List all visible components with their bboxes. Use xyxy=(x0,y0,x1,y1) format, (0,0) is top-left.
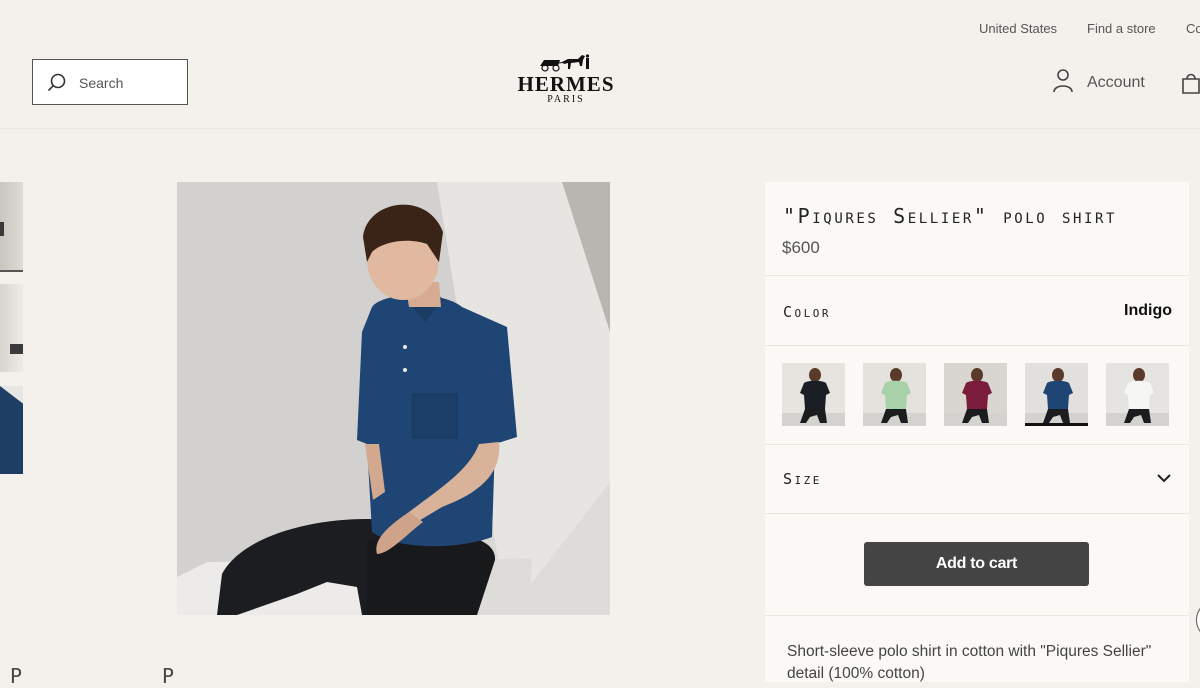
chat-button[interactable] xyxy=(1196,600,1200,640)
divider xyxy=(765,275,1189,276)
add-to-cart-button[interactable]: Add to cart xyxy=(864,542,1089,586)
divider xyxy=(765,615,1189,616)
divider xyxy=(765,345,1189,346)
hermes-logo[interactable]: HERMES PARIS xyxy=(510,50,622,112)
product-title: "Piqures Sellier" polo shirt xyxy=(783,204,1118,228)
person-icon xyxy=(1053,69,1073,93)
product-main-image xyxy=(177,182,610,615)
logo-wordmark: HERMES xyxy=(517,72,615,96)
selected-color-value: Indigo xyxy=(1124,302,1172,319)
chevron-down-icon xyxy=(1157,474,1171,483)
site-header: HERMES PARIS Account xyxy=(0,42,1200,129)
account-label: Account xyxy=(1087,74,1145,91)
color-swatch-mint[interactable] xyxy=(863,363,926,426)
divider xyxy=(765,513,1189,514)
swatch-photo xyxy=(944,368,1007,426)
product-thumbnail-2[interactable] xyxy=(0,284,23,372)
product-info-panel: "Piqures Sellier" polo shirt $600 Color … xyxy=(765,182,1189,682)
search-field[interactable] xyxy=(32,59,188,105)
search-input[interactable] xyxy=(77,70,181,96)
color-swatch-white[interactable] xyxy=(1106,363,1169,426)
color-swatch-burgundy[interactable] xyxy=(944,363,1007,426)
swatch-photo xyxy=(1106,368,1169,426)
contact-link[interactable]: Co xyxy=(1186,21,1200,36)
product-thumbnail-1[interactable] xyxy=(0,182,23,272)
model-photo xyxy=(177,182,610,615)
product-thumbnail-3[interactable] xyxy=(0,386,23,474)
size-label: Size xyxy=(783,470,822,488)
color-label: Color xyxy=(783,303,832,321)
find-store-link[interactable]: Find a store xyxy=(1087,21,1156,36)
product-price: $600 xyxy=(782,238,820,257)
swatch-photo xyxy=(863,368,926,426)
country-selector-link[interactable]: United States xyxy=(979,21,1057,36)
cart-link[interactable] xyxy=(1182,72,1200,99)
swatch-photo xyxy=(782,368,845,426)
color-swatch-black[interactable] xyxy=(782,363,845,426)
swatch-photo xyxy=(1025,368,1088,426)
size-selector[interactable]: Size xyxy=(765,444,1189,514)
horse-carriage-logo-icon xyxy=(540,54,590,72)
color-swatch-indigo[interactable] xyxy=(1025,363,1088,426)
shopping-bag-icon xyxy=(1182,73,1200,94)
section-heading-partial: P xyxy=(10,664,23,688)
product-description: Short-sleeve polo shirt in cotton with "… xyxy=(787,643,1152,682)
utility-bar: United States Find a store Co xyxy=(0,0,1200,42)
section-heading-partial: P xyxy=(162,664,175,688)
search-icon xyxy=(47,73,66,92)
